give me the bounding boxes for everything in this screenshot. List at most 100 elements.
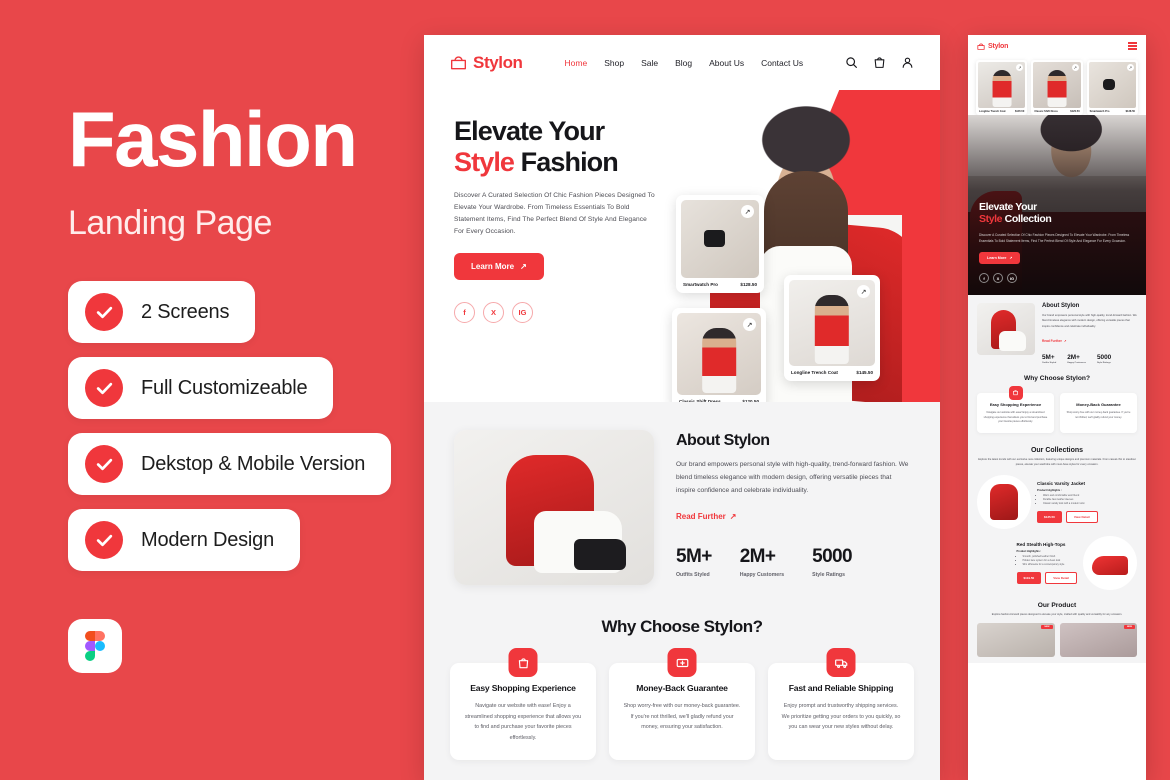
arrow-up-right-icon[interactable]: ↗ bbox=[741, 205, 754, 218]
nav-item-blog[interactable]: Blog bbox=[675, 58, 692, 68]
arrow-up-right-icon[interactable]: ↗ bbox=[743, 318, 756, 331]
product-badge: NEW bbox=[1123, 624, 1135, 629]
arrow-up-right-icon[interactable]: ↗ bbox=[1126, 64, 1134, 71]
about-stats: 5M+ Outfits Styled 2M+ Happy Customers 5… bbox=[676, 546, 910, 578]
mobile-why-card-desc: Navigate our website with ease! Enjoy a … bbox=[983, 410, 1048, 424]
shopping-bag-icon[interactable] bbox=[873, 56, 886, 69]
mobile-brand-logo[interactable]: Stylon bbox=[977, 43, 1008, 50]
search-icon[interactable] bbox=[845, 56, 858, 69]
stat-label: Outfits Styled bbox=[1042, 361, 1057, 364]
mobile-social-links: f X IG bbox=[979, 273, 1135, 283]
price-button[interactable]: $119.50 bbox=[1016, 572, 1042, 585]
about-title: About Stylon bbox=[676, 432, 770, 449]
shipping-truck-icon bbox=[826, 648, 856, 677]
mobile-product-card-smartwatch[interactable]: ↗ Smartwatch Pro $128.50 bbox=[1086, 60, 1138, 115]
nav-item-sale[interactable]: Sale bbox=[641, 58, 658, 68]
nav-item-contact-us[interactable]: Contact Us bbox=[761, 58, 803, 68]
hero-heading-line1: Elevate Your bbox=[454, 116, 605, 146]
mobile-why-card-easy-shopping[interactable]: Easy Shopping Experience Navigate our we… bbox=[977, 385, 1054, 434]
mobile-about-section: About Stylon Our brand empowers personal… bbox=[968, 295, 1146, 373]
mobile-learn-more-button[interactable]: Learn More ↗ bbox=[979, 252, 1021, 264]
hero-heading-rest: Fashion bbox=[520, 147, 619, 178]
why-card-fast-shipping[interactable]: Fast and Reliable Shipping Enjoy prompt … bbox=[768, 648, 914, 761]
product-image: ↗ bbox=[978, 62, 1026, 108]
arrow-up-right-icon[interactable]: ↗ bbox=[857, 285, 870, 298]
highlights-label: Product Highlights : bbox=[1016, 549, 1042, 553]
product-name: Smartwatch Pro bbox=[1089, 110, 1110, 113]
view-detail-button[interactable]: View Detail bbox=[1065, 511, 1098, 524]
mobile-about-paragraph: Our brand empowers personal style with h… bbox=[1042, 314, 1137, 328]
arrow-up-right-icon[interactable]: ↗ bbox=[1071, 64, 1079, 71]
mobile-product-card-trench-coat[interactable]: ↗ Longline Trench Coat $145.50 bbox=[976, 60, 1028, 115]
desktop-hero: Elevate Your Style Fashion Discover A Cu… bbox=[424, 90, 940, 402]
check-circle-icon bbox=[85, 293, 123, 331]
social-facebook-icon[interactable]: f bbox=[454, 302, 475, 324]
why-card-money-back[interactable]: Money-Back Guarantee Shop worry-free wit… bbox=[609, 648, 755, 761]
price-button[interactable]: $135.50 bbox=[1037, 511, 1062, 524]
nav-item-shop[interactable]: Shop bbox=[604, 58, 624, 68]
why-card-easy-shopping[interactable]: Easy Shopping Experience Navigate our we… bbox=[450, 648, 596, 761]
check-circle-icon bbox=[85, 445, 123, 483]
social-x-icon[interactable]: X bbox=[483, 302, 504, 324]
product-price: $120.50 bbox=[742, 399, 759, 402]
hero-product-card-shift-dress[interactable]: ↗ Classic Shift Dress $120.50 bbox=[672, 308, 766, 402]
hero-product-card-smartwatch[interactable]: ↗ Smartwatch Pro $128.50 bbox=[676, 195, 764, 293]
hero-paragraph: Discover A Curated Selection Of Chic Fas… bbox=[454, 191, 655, 236]
mobile-why-cards: Easy Shopping Experience Navigate our we… bbox=[977, 385, 1137, 434]
mobile-stat-style-ratings: 5000 Style Ratings bbox=[1097, 354, 1111, 364]
mobile-about-stats: 5M+ Outfits Styled 2M+ Happy Customers 5… bbox=[1042, 354, 1137, 364]
desktop-why-choose-section: Why Choose Stylon? Easy Shopping Experie… bbox=[424, 607, 940, 780]
nav-item-about-us[interactable]: About Us bbox=[709, 58, 744, 68]
mobile-hero-line1: Elevate Your bbox=[979, 200, 1037, 213]
check-circle-icon bbox=[85, 521, 123, 559]
brand-logo[interactable]: Stylon bbox=[450, 53, 523, 73]
stat-label: Style Ratings bbox=[812, 571, 845, 578]
mobile-our-product-section: Our Product Explore fashion-forward piec… bbox=[968, 597, 1146, 663]
page-title: Fashion bbox=[68, 95, 358, 183]
mobile-hero-text: Elevate Your Style Collection Discover A… bbox=[979, 201, 1135, 283]
arrow-up-right-icon: ↗ bbox=[1063, 338, 1067, 343]
social-facebook-icon[interactable]: f bbox=[979, 273, 989, 283]
hamburger-menu-icon[interactable] bbox=[1128, 42, 1137, 50]
mobile-product-varsity-jacket: Classic Varsity Jacket Product Highlight… bbox=[977, 474, 1137, 529]
our-product-card[interactable]: NEW bbox=[1059, 622, 1137, 657]
our-product-card[interactable]: NEW bbox=[977, 622, 1055, 657]
stat-value: 5M+ bbox=[1042, 353, 1055, 361]
arrow-up-right-icon[interactable]: ↗ bbox=[1016, 64, 1024, 71]
social-instagram-icon[interactable]: IG bbox=[512, 302, 533, 324]
mobile-why-title: Why Choose Stylon? bbox=[1024, 374, 1090, 382]
feature-label: 2 Screens bbox=[141, 300, 230, 323]
mobile-collections-paragraph: Explore the latest trends with our exclu… bbox=[978, 458, 1136, 466]
bag-logo-icon bbox=[451, 56, 466, 70]
product-image bbox=[977, 474, 1031, 529]
watch-shape bbox=[1102, 79, 1116, 90]
hero-product-card-trench-coat[interactable]: ↗ Longline Trench Coat $145.50 bbox=[784, 275, 880, 381]
product-info: Classic Varsity Jacket Product Highlight… bbox=[1037, 481, 1098, 524]
mobile-about-image bbox=[977, 303, 1035, 355]
feature-label: Modern Design bbox=[141, 528, 275, 551]
shopping-bag-icon bbox=[1008, 385, 1023, 400]
desktop-navbar: Stylon Home Shop Sale Blog About Us Cont… bbox=[424, 35, 940, 90]
product-meta: Smartwatch Pro $128.50 bbox=[681, 278, 759, 288]
stat-happy-customers: 2M+ Happy Customers bbox=[740, 546, 784, 578]
why-choose-cards: Easy Shopping Experience Navigate our we… bbox=[450, 648, 914, 761]
why-card-desc: Shop worry-free with our money-back guar… bbox=[623, 703, 741, 731]
product-meta: Smartwatch Pro $128.50 bbox=[1089, 108, 1136, 113]
mobile-why-card-money-back[interactable]: Money-Back Guarantee Shop worry-free wit… bbox=[1060, 392, 1137, 434]
view-detail-button[interactable]: View Detail bbox=[1045, 572, 1077, 585]
product-meta: Longline Trench Coat $145.50 bbox=[978, 108, 1025, 113]
read-further-link[interactable]: Read Further ↗ bbox=[676, 512, 737, 521]
why-card-title: Money-Back Guarantee bbox=[636, 683, 728, 693]
mobile-read-further-link[interactable]: Read Further ↗ bbox=[1042, 339, 1067, 343]
learn-more-button[interactable]: Learn More ↗ bbox=[454, 253, 544, 281]
why-choose-title: Why Choose Stylon? bbox=[601, 617, 764, 636]
mobile-why-choose-section: Why Choose Stylon? Easy Shopping Experie… bbox=[968, 372, 1146, 444]
product-name: Smartwatch Pro bbox=[683, 282, 718, 287]
nav-item-home[interactable]: Home bbox=[565, 58, 588, 68]
mobile-product-card-shift-dress[interactable]: ↗ Classic Shift Dress $120.50 bbox=[1031, 60, 1083, 115]
social-x-icon[interactable]: X bbox=[993, 273, 1003, 283]
user-icon[interactable] bbox=[901, 56, 914, 69]
desktop-nav-icons bbox=[845, 56, 914, 69]
social-instagram-icon[interactable]: IG bbox=[1007, 273, 1017, 283]
mobile-why-card-title: Easy Shopping Experience bbox=[989, 401, 1042, 407]
